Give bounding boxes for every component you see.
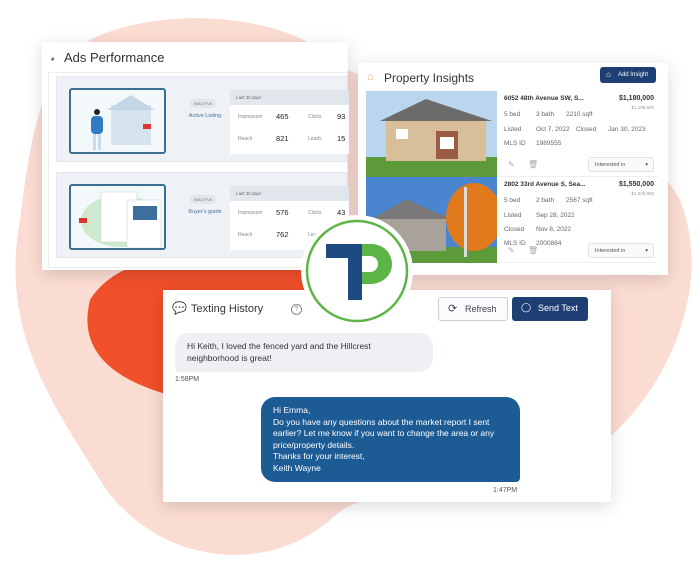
sqft: 2210 sqft bbox=[566, 111, 593, 118]
property-old-price: $1,549,950 bbox=[631, 191, 654, 196]
property-info: 2802 33rd Avenue S, Sea... $1,550,000 $1… bbox=[504, 181, 654, 247]
ad-thumbnail bbox=[69, 184, 166, 250]
property-price: $1,550,000 bbox=[618, 181, 654, 188]
outgoing-message: Hi Emma, Do you have any questions about… bbox=[261, 397, 520, 482]
mls-id: 2000884 bbox=[536, 240, 562, 247]
leads-value: 15 bbox=[337, 134, 346, 143]
impression-label: Impression bbox=[238, 210, 263, 216]
trash-icon[interactable]: 🗑 bbox=[528, 160, 538, 169]
interest-select[interactable]: Interested in ▾ bbox=[588, 243, 654, 258]
brand-logo bbox=[301, 215, 413, 327]
caret-down-icon: ▾ bbox=[645, 248, 648, 254]
baths: 2 bath bbox=[536, 197, 555, 204]
reach-value: 821 bbox=[276, 134, 289, 143]
listed-date: Oct 7, 2022 bbox=[536, 126, 570, 133]
message-time: 1:47PM bbox=[493, 487, 518, 494]
caret-down-icon: ▾ bbox=[645, 162, 648, 168]
interest-value: Interested in bbox=[595, 162, 626, 168]
reach-label: Reach bbox=[238, 232, 253, 238]
stats-period: Last 30 days bbox=[230, 90, 349, 105]
leads-label: Leads bbox=[308, 136, 322, 142]
home-icon: ⌂ bbox=[367, 71, 374, 83]
sqft: 2567 sqft bbox=[566, 197, 593, 204]
closed-label: Closed bbox=[504, 226, 525, 233]
property-photo bbox=[366, 91, 497, 177]
impression-label: Impression bbox=[238, 114, 263, 120]
send-text-button[interactable]: ◯ Send Text bbox=[512, 297, 588, 321]
listed-label: Listed bbox=[504, 212, 522, 219]
add-insight-button[interactable]: ⌂ Add Insight bbox=[599, 67, 656, 83]
closed-label: Closed bbox=[576, 126, 597, 133]
add-insight-label: Add Insight bbox=[617, 72, 648, 78]
property-row[interactable]: 6052 48th Avenue SW, S... $1,180,000 $1,… bbox=[366, 91, 658, 177]
clicks-label: Clicks bbox=[308, 114, 322, 120]
texting-title: Texting History bbox=[191, 303, 264, 315]
send-text-label: Send Text bbox=[538, 303, 578, 313]
refresh-button[interactable]: ⟳ Refresh bbox=[438, 297, 508, 321]
interest-value: Interested in bbox=[595, 248, 626, 254]
ad-row[interactable]: INACTIVE Active Listing Last 30 days Imp… bbox=[56, 76, 349, 162]
property-title: Property Insights bbox=[384, 71, 475, 85]
ad-name[interactable]: Buyer's guide bbox=[175, 209, 235, 215]
chat-bubble-icon: ◯ bbox=[521, 302, 532, 312]
baths: 3 bath bbox=[536, 111, 555, 118]
ad-name[interactable]: Active Listing bbox=[175, 113, 235, 119]
listed-label: Listed bbox=[504, 126, 522, 133]
property-old-price: $1,199,500 bbox=[631, 105, 654, 110]
property-price: $1,180,000 bbox=[618, 95, 654, 102]
ad-thumbnail bbox=[69, 88, 166, 154]
message-time: 1:58PM bbox=[175, 376, 200, 383]
interest-select[interactable]: Interested in ▾ bbox=[588, 157, 654, 172]
status-badge: INACTIVE bbox=[190, 195, 217, 204]
trash-icon[interactable]: 🗑 bbox=[528, 246, 538, 255]
listed-date: Sep 28, 2022 bbox=[536, 212, 575, 219]
clicks-value: 93 bbox=[337, 112, 346, 121]
closed-date: Jan 30, 2023 bbox=[608, 126, 646, 133]
home-icon: ⌂ bbox=[605, 70, 611, 79]
closed-date: Nov 8, 2022 bbox=[536, 226, 572, 233]
edit-icon[interactable]: ✎ bbox=[508, 246, 515, 255]
mls-id: 1989555 bbox=[536, 140, 562, 147]
property-info: 6052 48th Avenue SW, S... $1,180,000 $1,… bbox=[504, 95, 654, 147]
impression-value: 465 bbox=[276, 112, 289, 121]
impression-value: 576 bbox=[276, 208, 289, 217]
stats-period: Last 30 days bbox=[230, 186, 349, 201]
ads-icon: ◕ bbox=[50, 54, 55, 63]
reach-value: 762 bbox=[276, 230, 289, 239]
ads-title: Ads Performance bbox=[64, 50, 165, 65]
beds: 5 bed bbox=[504, 111, 521, 118]
beds: 5 bed bbox=[504, 197, 521, 204]
edit-icon[interactable]: ✎ bbox=[508, 160, 515, 169]
status-badge: INACTIVE bbox=[190, 99, 217, 108]
ad-stats: Last 30 days Impression 465 Clicks 93 Re… bbox=[230, 90, 349, 154]
reach-label: Reach bbox=[238, 136, 253, 142]
mls-label: MLS ID bbox=[504, 140, 526, 147]
refresh-icon: ⟳ bbox=[448, 303, 458, 315]
refresh-label: Refresh bbox=[465, 304, 497, 314]
incoming-message: Hi Keith, I loved the fenced yard and th… bbox=[175, 333, 433, 372]
chat-icon: 💬 bbox=[172, 301, 187, 315]
